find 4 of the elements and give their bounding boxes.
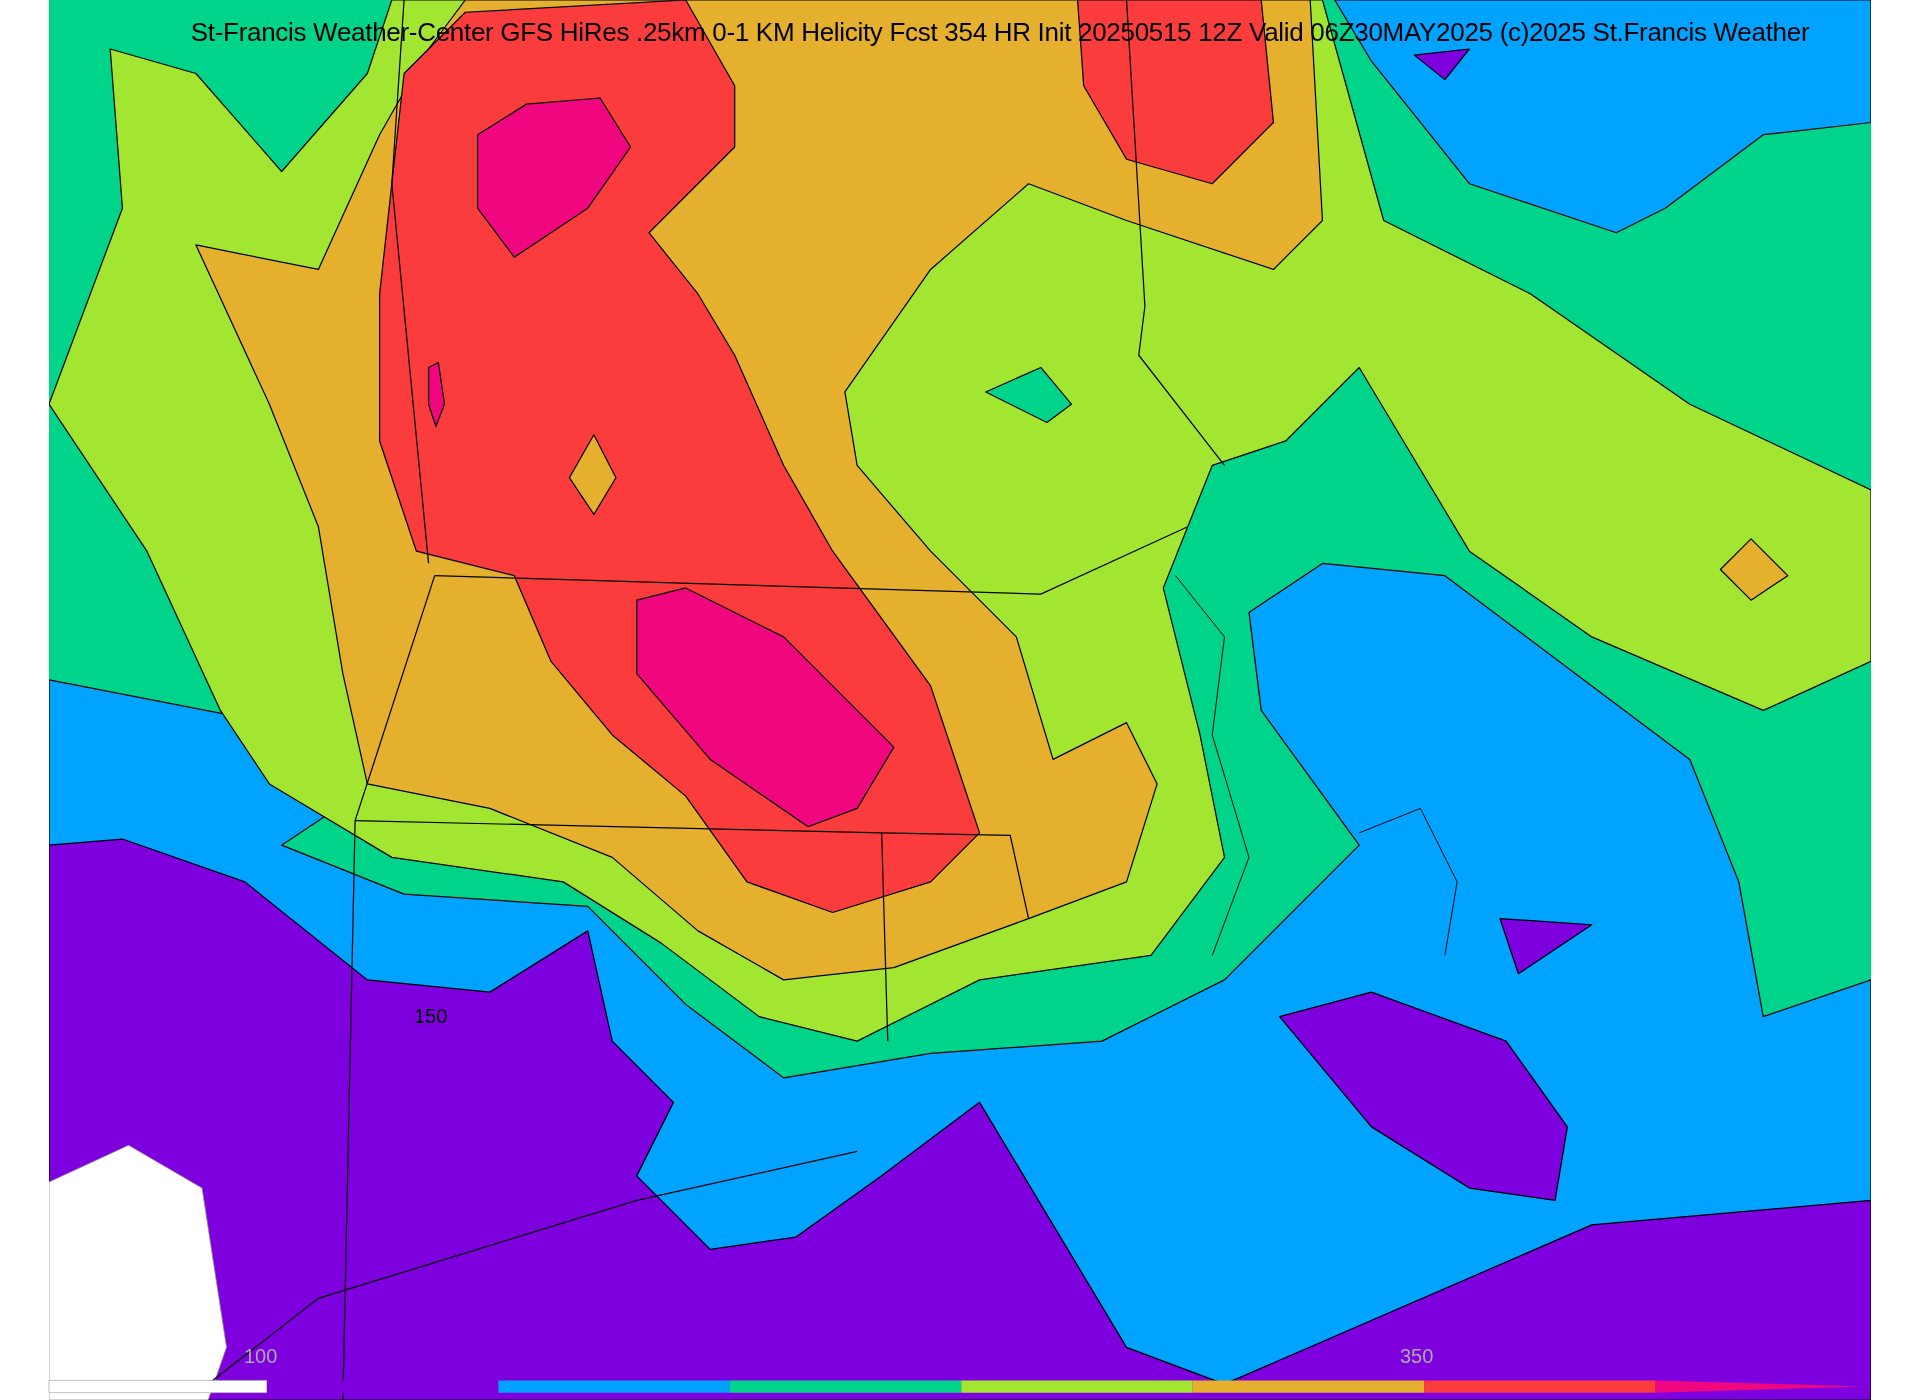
scale-label: 100 bbox=[244, 1344, 278, 1368]
contour-label: 150 bbox=[414, 1004, 448, 1028]
contour-region bbox=[1719, 538, 1789, 601]
scale-label: 350 bbox=[1400, 1344, 1434, 1368]
